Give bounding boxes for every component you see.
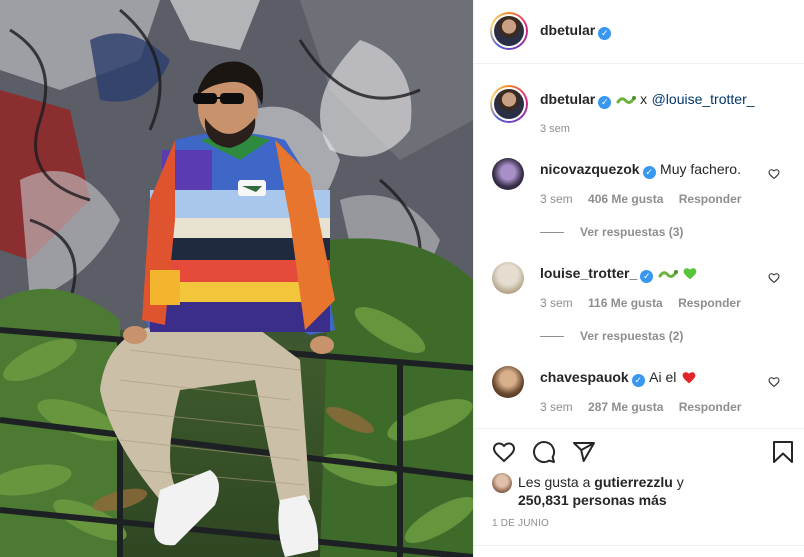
comment-likes[interactable]: 116 Me gusta: [588, 296, 663, 310]
liker-avatar[interactable]: [492, 473, 512, 493]
likes-first-user[interactable]: gutierrezzlu: [594, 474, 673, 490]
bookmark-icon[interactable]: [772, 440, 794, 464]
snake-emoji-icon: [658, 266, 678, 285]
comment-3: chavespauok ✓ Ai el: [540, 369, 770, 389]
likes-summary: Les gusta a gutierrezzlu y 250,831 perso…: [518, 473, 788, 509]
verified-icon: ✓: [631, 374, 645, 387]
verified-icon: ✓: [640, 270, 654, 283]
comment-meta: 3 sem 287 Me gusta Responder: [540, 400, 753, 414]
post-header: dbetular ✓: [474, 0, 804, 64]
comment-username[interactable]: louise_trotter_: [540, 265, 637, 281]
caption-username[interactable]: dbetular: [540, 91, 595, 107]
likes-connector: y: [676, 474, 684, 490]
view-replies-button[interactable]: Ver respuestas (2): [540, 329, 683, 343]
comment-avatar[interactable]: [492, 262, 524, 294]
comment-avatar[interactable]: [492, 158, 524, 190]
snake-emoji-icon: [616, 92, 636, 111]
header-username[interactable]: dbetular: [540, 22, 595, 38]
header-author: dbetular ✓: [540, 22, 612, 40]
comment-likes[interactable]: 406 Me gusta: [588, 192, 663, 206]
comment-1: nicovazquezok ✓ Muy fachero.: [540, 161, 770, 179]
comment-time: 3 sem: [540, 400, 573, 414]
verified-icon: ✓: [598, 27, 612, 40]
caption-separator: x: [640, 91, 648, 107]
comment-text: Muy fachero.: [660, 161, 741, 177]
view-replies-button[interactable]: Ver respuestas (3): [540, 225, 683, 239]
post-actions: Les gusta a gutierrezzlu y 250,831 perso…: [474, 428, 804, 557]
comment-username[interactable]: nicovazquezok: [540, 161, 640, 177]
green-heart-emoji-icon: [682, 266, 698, 285]
caption-time: 3 sem: [540, 123, 570, 135]
comment-likes[interactable]: 287 Me gusta: [588, 400, 663, 414]
post-photo-illustration: [0, 0, 473, 557]
post-photo[interactable]: [0, 0, 473, 557]
caption: dbetular ✓ x @louise_trotter_: [540, 91, 790, 111]
reply-button[interactable]: Responder: [679, 400, 742, 414]
comment-avatar[interactable]: [492, 366, 524, 398]
verified-icon: ✓: [598, 96, 612, 109]
likes-others-suffix[interactable]: personas más: [573, 492, 667, 508]
caption-avatar[interactable]: [490, 85, 528, 123]
comment-time: 3 sem: [540, 192, 573, 206]
comment-text: Ai el: [649, 369, 677, 385]
divider: [474, 545, 804, 546]
comment-meta: 3 sem 406 Me gusta Responder: [540, 192, 753, 206]
red-heart-emoji-icon: [681, 370, 697, 389]
author-avatar[interactable]: [490, 12, 528, 50]
like-comment-heart-icon[interactable]: [768, 376, 780, 388]
likes-prefix: Les gusta a: [518, 474, 591, 490]
post-date[interactable]: 1 DE JUNIO: [492, 518, 549, 529]
verified-icon: ✓: [642, 166, 656, 179]
reply-button[interactable]: Responder: [678, 296, 741, 310]
comment-meta: 3 sem 116 Me gusta Responder: [540, 296, 753, 310]
comment-2: louise_trotter_ ✓: [540, 265, 770, 285]
post-details-panel: dbetular ✓ dbetular ✓ x @louise_trotter_ 3…: [473, 0, 804, 557]
caption-mention[interactable]: @louise_trotter_: [652, 91, 755, 107]
heart-icon[interactable]: [492, 440, 516, 464]
comment-time: 3 sem: [540, 296, 573, 310]
share-icon[interactable]: [572, 440, 596, 464]
comment-icon[interactable]: [532, 440, 556, 464]
like-comment-heart-icon[interactable]: [768, 168, 780, 180]
likes-others-count[interactable]: 250,831: [518, 492, 569, 508]
comment-username[interactable]: chavespauok: [540, 369, 629, 385]
reply-button[interactable]: Responder: [679, 192, 742, 206]
like-comment-heart-icon[interactable]: [768, 272, 780, 284]
